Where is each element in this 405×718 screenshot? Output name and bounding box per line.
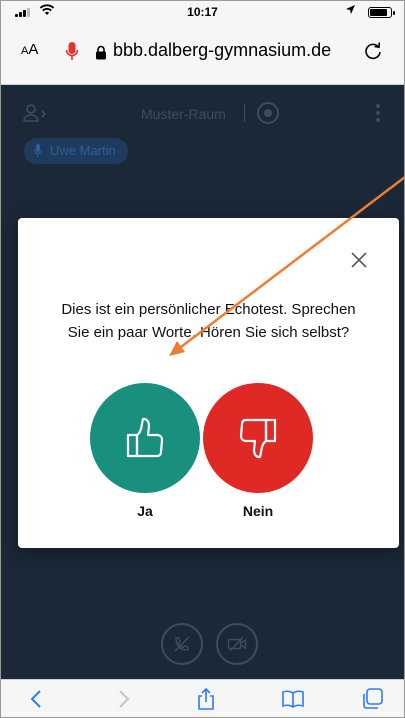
talker-name: Uwe Martin	[50, 143, 116, 158]
options-icon[interactable]	[376, 104, 380, 122]
battery-fill	[370, 9, 387, 16]
back-icon[interactable]	[25, 687, 49, 711]
talker-microphone-icon	[34, 144, 42, 157]
echo-test-modal: Dies ist ein persönlicher Echotest. Spre…	[18, 218, 399, 548]
user-list-icon[interactable]	[23, 103, 49, 123]
microphone-recording-icon[interactable]	[65, 41, 79, 63]
thumbs-up-icon	[126, 417, 164, 458]
echo-yes-label: Ja	[137, 503, 153, 519]
status-bar: 10:17	[1, 1, 404, 23]
room-title: Muster-Raum	[141, 106, 226, 122]
url-field[interactable]: bbb.dalberg-gymnasium.de	[113, 40, 331, 61]
phone-screen: 10:17 AA bbb.dalberg-gymnasium.de Muster…	[0, 0, 405, 718]
video-off-icon	[227, 636, 247, 652]
text-size-large-label: A	[28, 41, 39, 58]
browser-toolbar	[1, 679, 404, 717]
echo-no-button[interactable]	[203, 383, 313, 493]
mute-audio-icon	[174, 636, 190, 652]
forward-icon[interactable]	[111, 687, 135, 711]
share-icon[interactable]	[194, 687, 218, 711]
thumbs-down-icon	[239, 418, 277, 459]
record-icon[interactable]	[257, 102, 279, 124]
reload-icon[interactable]	[362, 40, 384, 62]
text-size-button[interactable]: AA	[21, 41, 38, 58]
meeting-controls	[1, 613, 404, 669]
lock-icon	[96, 45, 106, 60]
address-bar: AA bbb.dalberg-gymnasium.de	[1, 23, 404, 85]
bookmarks-icon[interactable]	[281, 687, 305, 711]
talking-indicator: Uwe Martin	[24, 138, 128, 164]
echo-yes-button[interactable]	[90, 383, 200, 493]
echo-test-prompt: Dies ist ein persönlicher Echotest. Spre…	[18, 298, 399, 344]
tabs-icon[interactable]	[361, 687, 385, 711]
battery-icon	[368, 7, 395, 18]
header-divider	[244, 104, 245, 122]
clock: 10:17	[187, 5, 218, 19]
prompt-line-1: Dies ist ein persönlicher Echotest. Spre…	[61, 301, 356, 318]
meeting-header: Muster-Raum	[1, 85, 404, 145]
location-arrow-icon	[345, 4, 356, 18]
prompt-line-2: Sie ein paar Worte. Hören Sie sich selbs…	[67, 324, 350, 341]
echo-no-option: Nein	[203, 383, 313, 519]
echo-no-label: Nein	[242, 503, 274, 519]
mute-audio-button[interactable]	[161, 623, 203, 665]
close-icon[interactable]	[349, 250, 369, 270]
echo-yes-option: Ja	[90, 383, 200, 519]
share-webcam-button[interactable]	[216, 623, 258, 665]
